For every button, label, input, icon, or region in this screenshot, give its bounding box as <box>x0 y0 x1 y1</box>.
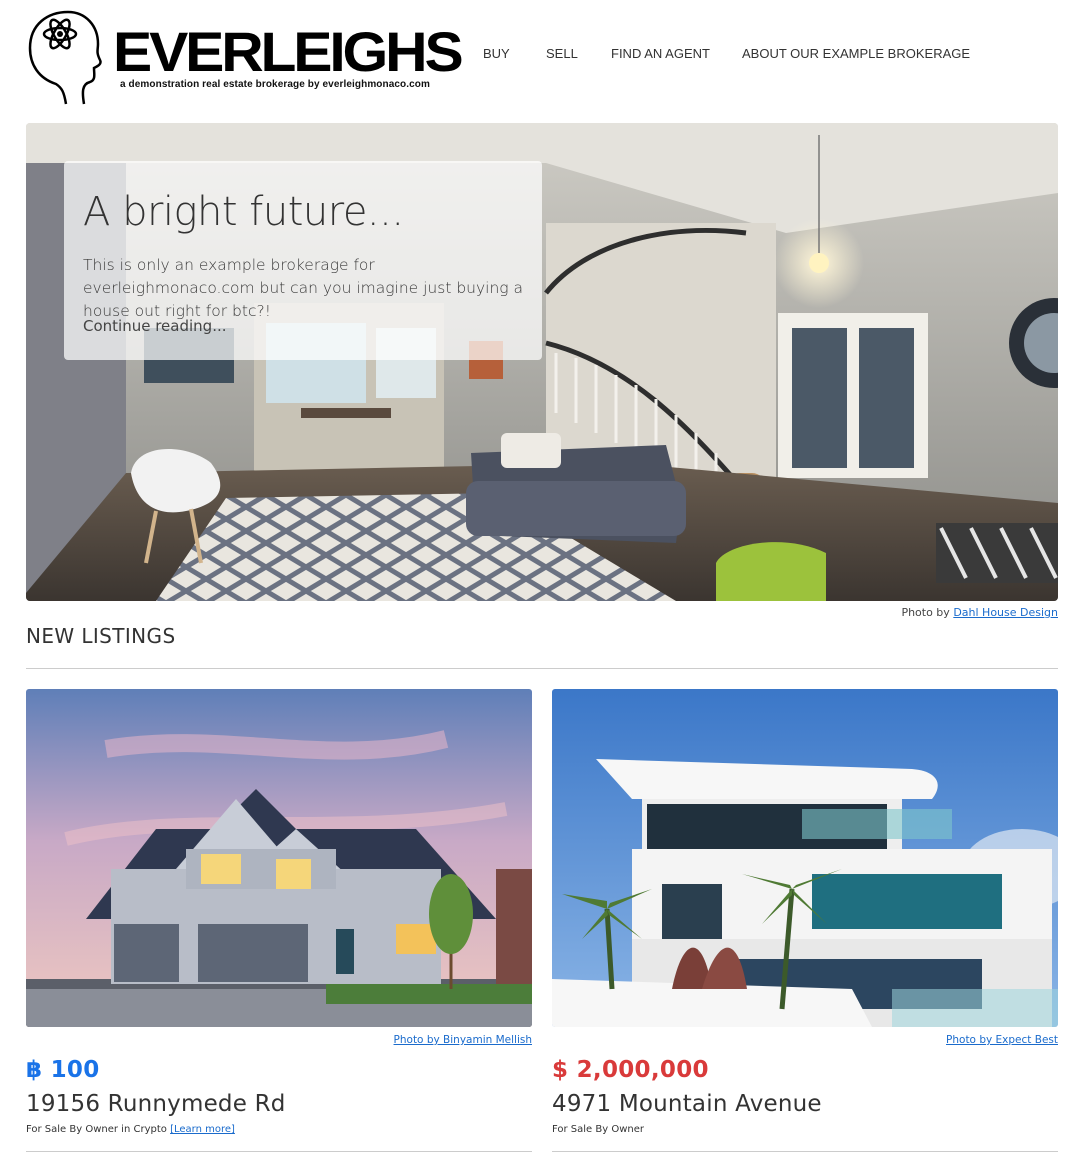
hero-photo-credit: Photo by Dahl House Design <box>901 606 1058 619</box>
listing-meta-text: For Sale By Owner <box>552 1124 644 1135</box>
hero-credit-prefix: Photo by <box>901 606 950 619</box>
listing-address[interactable]: 19156 Runnymede Rd <box>26 1091 286 1117</box>
brand-logo[interactable]: EVERLEIGHS a demonstration real estate b… <box>26 8 464 108</box>
hero-text: This is only an example brokerage for ev… <box>83 256 524 320</box>
listing-address[interactable]: 4971 Mountain Avenue <box>552 1091 822 1117</box>
hero-banner: A bright future... This is only an examp… <box>26 123 1058 601</box>
listing-photo[interactable] <box>26 689 532 1027</box>
hero-title: A bright future... <box>83 189 404 235</box>
listing-meta: For Sale By Owner in Crypto [Learn more] <box>26 1124 235 1135</box>
brand-tagline: a demonstration real estate brokerage by… <box>120 79 430 90</box>
section-title: NEW LISTINGS <box>26 624 176 648</box>
listing-divider <box>552 1151 1058 1152</box>
continue-reading-link[interactable]: Continue reading... <box>83 317 227 335</box>
nav-item-about[interactable]: ABOUT OUR EXAMPLE BROKERAGE <box>742 46 970 61</box>
listing-photo-credit[interactable]: Photo by Binyamin Mellish <box>394 1034 532 1046</box>
nav-item-buy[interactable]: BUY <box>483 46 510 61</box>
listing-meta-text: For Sale By Owner in Crypto <box>26 1124 167 1135</box>
nav-item-find-an-agent[interactable]: FIND AN AGENT <box>611 46 710 61</box>
learn-more-link[interactable]: [Learn more] <box>170 1124 235 1135</box>
listing-card[interactable]: Photo by Binyamin Mellish ฿ 100 19156 Ru… <box>26 689 532 1174</box>
listing-divider <box>26 1151 532 1152</box>
listing-price: $ 2,000,000 <box>552 1057 709 1083</box>
site-header: EVERLEIGHS a demonstration real estate b… <box>0 0 1080 115</box>
brand-name: EVERLEIGHS <box>113 20 464 83</box>
nav-item-sell[interactable]: SELL <box>546 46 578 61</box>
listing-photo[interactable] <box>552 689 1058 1027</box>
atom-head-icon <box>28 10 102 105</box>
house-photo-2 <box>552 689 1058 1027</box>
listing-meta: For Sale By Owner <box>552 1124 644 1135</box>
hero-credit-link[interactable]: Dahl House Design <box>953 606 1058 619</box>
listing-photo-credit[interactable]: Photo by Expect Best <box>946 1034 1058 1046</box>
house-photo-1 <box>26 689 532 1027</box>
hero-card: A bright future... This is only an examp… <box>64 161 542 360</box>
listing-price: ฿ 100 <box>26 1057 100 1083</box>
section-divider <box>26 668 1058 669</box>
listing-card[interactable]: Photo by Expect Best $ 2,000,000 4971 Mo… <box>552 689 1058 1174</box>
